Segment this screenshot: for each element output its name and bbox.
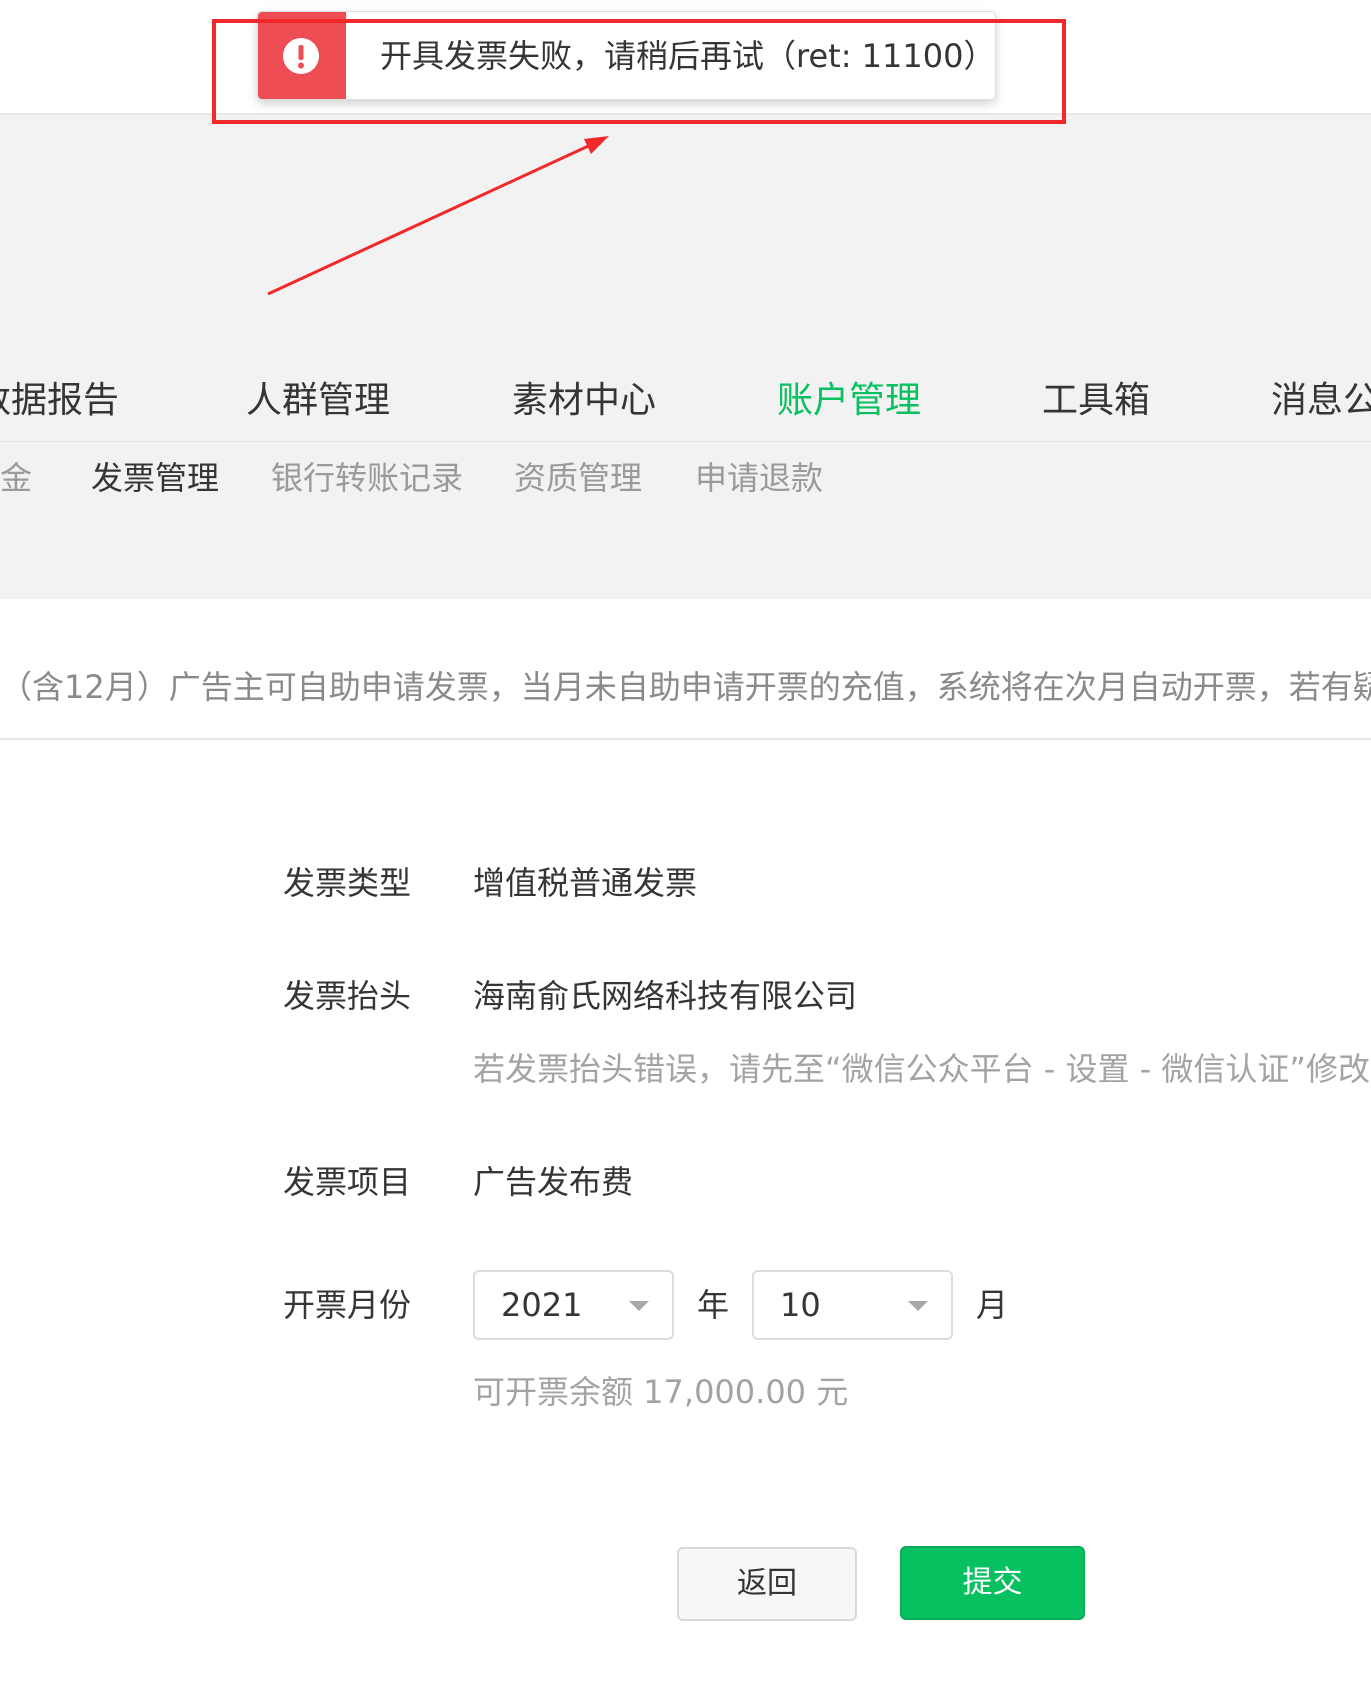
year-unit: 年: [697, 1286, 730, 1324]
sub-nav: 助金 发票管理 银行转账记录 资质管理 申请退款: [0, 448, 1371, 508]
year-select-value: 2021: [501, 1286, 583, 1324]
nav-item-account[interactable]: 账户管理: [777, 369, 921, 433]
sub-item-bank-transfer[interactable]: 银行转账记录: [271, 448, 463, 508]
invoice-item-label: 发票项目: [283, 1163, 412, 1201]
form-row-invoice-month: 开票月份 2021 年 10 月 可开票余额 17,000.00 元: [0, 1270, 1371, 1411]
nav-divider: [0, 441, 1371, 442]
sub-item-grant[interactable]: 助金: [0, 448, 32, 508]
invoice-title-value: 海南俞氏网络科技有限公司: [473, 977, 858, 1015]
navigation-area: [0, 115, 1371, 599]
invoice-type-value: 增值税普通发票: [473, 864, 698, 902]
nav-item-messages[interactable]: 消息公: [1271, 369, 1371, 433]
month-unit: 月: [976, 1286, 1009, 1324]
annotation-highlight-box: [212, 19, 1066, 124]
invoice-balance: 可开票余额 17,000.00 元: [473, 1373, 849, 1411]
sub-item-refund[interactable]: 申请退款: [695, 448, 823, 508]
invoice-type-label: 发票类型: [283, 864, 412, 902]
sub-item-qualification[interactable]: 资质管理: [514, 448, 642, 508]
submit-button[interactable]: 提交: [900, 1546, 1085, 1620]
page: 数据报告 人群管理 素材中心 账户管理 工具箱 消息公 助金 发票管理 银行转账…: [0, 0, 1371, 1690]
notice-divider: [0, 738, 1371, 740]
month-select-value: 10: [780, 1286, 821, 1324]
invoice-month-label: 开票月份: [283, 1286, 412, 1324]
invoice-title-label: 发票抬头: [283, 977, 412, 1015]
nav-item-toolbox[interactable]: 工具箱: [1042, 369, 1150, 433]
nav-item-audience[interactable]: 人群管理: [246, 369, 390, 433]
nav-item-materials[interactable]: 素材中心: [512, 369, 656, 433]
invoice-notice: （含12月）广告主可自助申请发票，当月未自助申请开票的充值，系统将在次月自动开票…: [0, 668, 1371, 706]
nav-item-data-report[interactable]: 数据报告: [0, 369, 119, 433]
back-button[interactable]: 返回: [677, 1547, 857, 1621]
chevron-down-icon: [908, 1301, 928, 1311]
month-select[interactable]: 10: [752, 1270, 953, 1340]
chevron-down-icon: [629, 1301, 649, 1311]
invoice-item-value: 广告发布费: [473, 1163, 634, 1201]
invoice-title-tip: 若发票抬头错误，请先至“微信公众平台 - 设置 - 微信认证”修改主: [473, 1050, 1371, 1088]
year-select[interactable]: 2021: [473, 1270, 674, 1340]
sub-item-invoice[interactable]: 发票管理: [91, 448, 219, 508]
main-nav: 数据报告 人群管理 素材中心 账户管理 工具箱 消息公: [0, 365, 1371, 441]
